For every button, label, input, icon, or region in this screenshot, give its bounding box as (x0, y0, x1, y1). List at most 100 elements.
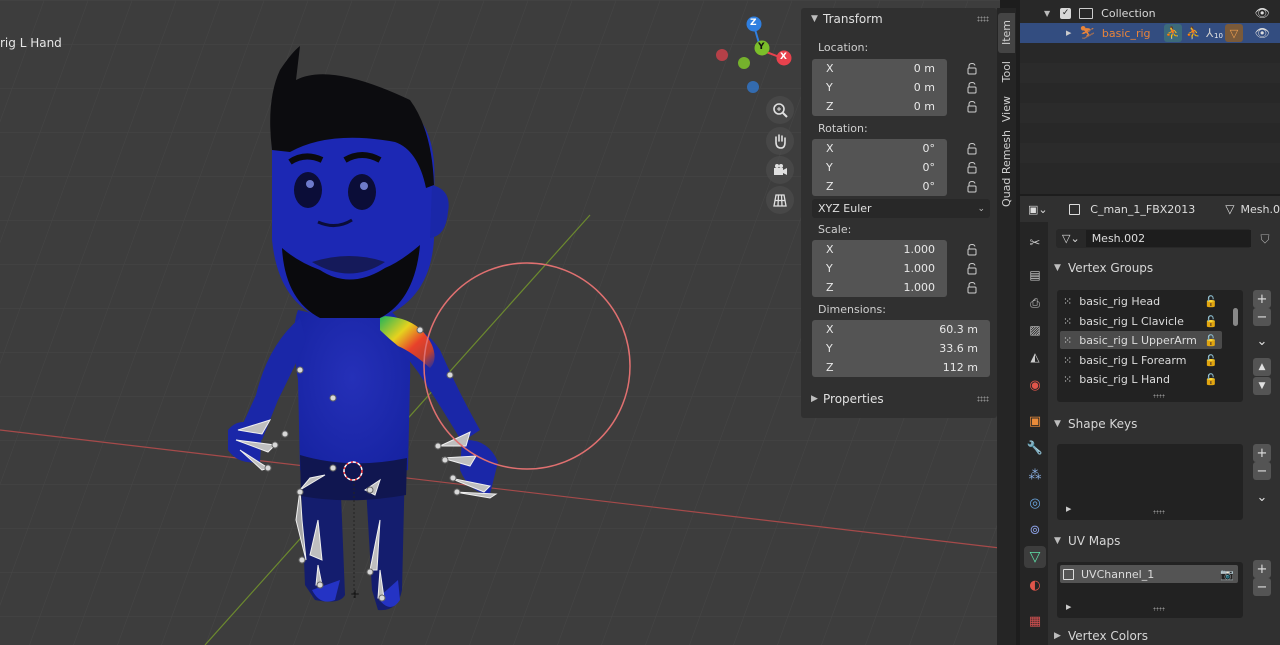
rotation-y-field[interactable]: Y 0° (812, 158, 947, 177)
tab-object[interactable]: ▣ (1024, 410, 1046, 432)
add-uv-map-button[interactable]: + (1253, 560, 1271, 578)
tab-particles[interactable]: ⁂ (1024, 464, 1046, 486)
remove-vertex-group-button[interactable]: − (1253, 308, 1271, 326)
tab-tool-settings[interactable]: ✂ (1024, 232, 1046, 254)
tab-physics[interactable]: ◎ (1024, 492, 1046, 514)
list-item[interactable]: ⁙ basic_rig Head 🔓 (1060, 292, 1222, 310)
remove-shape-key-button[interactable]: − (1253, 462, 1271, 480)
lock-icon[interactable] (967, 143, 977, 155)
remove-uv-map-button[interactable]: − (1253, 578, 1271, 596)
expand-arrow-icon[interactable]: ▶ (1066, 603, 1071, 611)
dimensions-x-field[interactable]: X 60.3 m (812, 320, 990, 339)
tab-render[interactable]: ▤ (1024, 264, 1046, 286)
rotation-z-field[interactable]: Z 0° (812, 177, 947, 196)
uv-maps-header[interactable]: ▼ UV Maps (1048, 529, 1280, 553)
outliner-row-basic-rig[interactable]: ▶ ⛷ basic_rig ⛹ ⛹ ⅄ 10 ▽ 👁 (1020, 23, 1280, 43)
lock-icon[interactable] (967, 244, 977, 256)
orthographic-toggle-button[interactable] (766, 186, 794, 214)
vertex-group-specials-button[interactable]: ⌄ (1253, 332, 1271, 350)
lock-icon[interactable]: 🔓 (1204, 334, 1218, 347)
outliner-row-collection[interactable]: ▼ ✓ Collection 👁 (1020, 3, 1280, 23)
list-item-selected[interactable]: ⁙ basic_rig L UpperArm 🔓 (1060, 331, 1222, 349)
eye-icon[interactable]: 👁 (1255, 6, 1270, 20)
mesh-datablock-selector[interactable]: ▽⌄ Mesh.002 (1056, 229, 1251, 248)
collapse-arrow-icon[interactable]: ▼ (1044, 9, 1050, 18)
lock-icon[interactable] (967, 162, 977, 174)
dimensions-z-field[interactable]: Z 112 m (812, 358, 990, 377)
checkbox-icon[interactable]: ✓ (1060, 7, 1072, 19)
eye-icon[interactable]: 👁 (1255, 26, 1270, 40)
object-name[interactable]: C_man_1_FBX2013 (1090, 203, 1195, 216)
tab-world[interactable]: ◉ (1024, 374, 1046, 396)
list-resize-grip[interactable] (1153, 510, 1165, 514)
armature-data-icon[interactable]: ⛹ (1186, 26, 1201, 40)
tab-view[interactable]: View (998, 91, 1015, 127)
drag-grip-icon[interactable] (977, 16, 989, 22)
tab-scene[interactable]: ◭ (1024, 346, 1046, 368)
lock-icon[interactable] (967, 263, 977, 275)
camera-view-button[interactable] (766, 156, 794, 184)
tab-material[interactable]: ◐ (1024, 574, 1046, 596)
lock-icon[interactable]: 🔓 (1204, 373, 1218, 386)
list-item[interactable]: ⁙ basic_rig L Clavicle 🔓 (1060, 312, 1222, 330)
list-resize-grip[interactable] (1153, 394, 1165, 398)
tab-mesh-data[interactable]: ▽ (1024, 546, 1046, 568)
pan-button[interactable] (766, 127, 794, 155)
scale-y-field[interactable]: Y 1.000 (812, 259, 947, 278)
shape-keys-header[interactable]: ▼ Shape Keys (1048, 412, 1280, 436)
transform-panel-header[interactable]: ▼ Transform (801, 8, 997, 30)
scale-z-field[interactable]: Z 1.000 (812, 278, 947, 297)
scale-x-field[interactable]: X 1.000 (812, 240, 947, 259)
tab-output[interactable]: ⎙ (1024, 292, 1046, 314)
rotation-x-field[interactable]: X 0° (812, 139, 947, 158)
move-up-button[interactable]: ▲ (1253, 358, 1271, 376)
properties-panel-header[interactable]: ▶ Properties (801, 388, 997, 410)
dimensions-y-field[interactable]: Y 33.6 m (812, 339, 990, 358)
lock-icon[interactable]: 🔓 (1204, 354, 1218, 367)
lock-icon[interactable] (967, 82, 977, 94)
shape-key-specials-button[interactable]: ⌄ (1253, 488, 1271, 506)
location-x-field[interactable]: X 0 m (812, 59, 947, 78)
list-resize-grip[interactable] (1153, 607, 1165, 611)
lock-icon[interactable] (967, 63, 977, 75)
vertex-groups-list[interactable]: ⁙ basic_rig Head 🔓 ⁙ basic_rig L Clavicl… (1057, 290, 1243, 402)
mesh-name[interactable]: Mesh.0 (1241, 203, 1280, 216)
vertex-colors-header[interactable]: ▶ Vertex Colors (1048, 627, 1280, 645)
location-z-field[interactable]: Z 0 m (812, 97, 947, 116)
list-item[interactable]: ⁙ basic_rig L Hand 🔓 (1060, 370, 1222, 388)
lock-icon[interactable] (967, 282, 977, 294)
lock-icon[interactable] (967, 181, 977, 193)
drag-grip-icon[interactable] (977, 396, 989, 402)
rotation-mode-dropdown[interactable]: XYZ Euler ⌄ (812, 199, 990, 218)
tab-constraints[interactable]: ⊚ (1024, 519, 1046, 541)
expand-arrow-icon[interactable]: ▶ (1066, 29, 1071, 37)
lock-icon[interactable]: 🔓 (1204, 295, 1218, 308)
tab-quad-remesh[interactable]: Quad Remesh (998, 128, 1015, 208)
editor-type-button[interactable]: ▣⌄ (1028, 200, 1053, 218)
move-down-button[interactable]: ▼ (1253, 377, 1271, 395)
uv-maps-list[interactable]: UVChannel_1 📷 ▶ (1057, 562, 1243, 618)
zoom-icon (773, 103, 788, 118)
pose-icon[interactable]: ⛹ (1164, 24, 1182, 42)
lock-icon[interactable] (967, 101, 977, 113)
list-item[interactable]: ⁙ basic_rig L Forearm 🔓 (1060, 351, 1222, 369)
tab-item[interactable]: Item (998, 13, 1015, 53)
list-scrollbar[interactable] (1233, 308, 1238, 326)
tab-view-layer[interactable]: ▨ (1024, 319, 1046, 341)
location-y-field[interactable]: Y 0 m (812, 78, 947, 97)
bone-icon[interactable]: ⅄ (1206, 26, 1213, 40)
expand-arrow-icon[interactable]: ▶ (1066, 505, 1071, 513)
tab-modifiers[interactable]: 🔧 (1024, 437, 1046, 459)
shape-keys-list[interactable]: ▶ (1057, 444, 1243, 520)
fake-user-shield-icon[interactable]: ⛉ (1256, 230, 1274, 248)
list-item-selected[interactable]: UVChannel_1 📷 (1060, 565, 1238, 583)
add-vertex-group-button[interactable]: + (1253, 290, 1271, 308)
tab-tool[interactable]: Tool (998, 54, 1015, 90)
lock-icon[interactable]: 🔓 (1204, 315, 1218, 328)
tab-texture[interactable]: ▦ (1024, 610, 1046, 632)
mesh-icon[interactable]: ▽ (1225, 24, 1243, 42)
add-shape-key-button[interactable]: + (1253, 444, 1271, 462)
vertex-groups-header[interactable]: ▼ Vertex Groups (1048, 256, 1280, 280)
camera-icon[interactable]: 📷 (1220, 568, 1234, 581)
zoom-button[interactable] (766, 96, 794, 124)
